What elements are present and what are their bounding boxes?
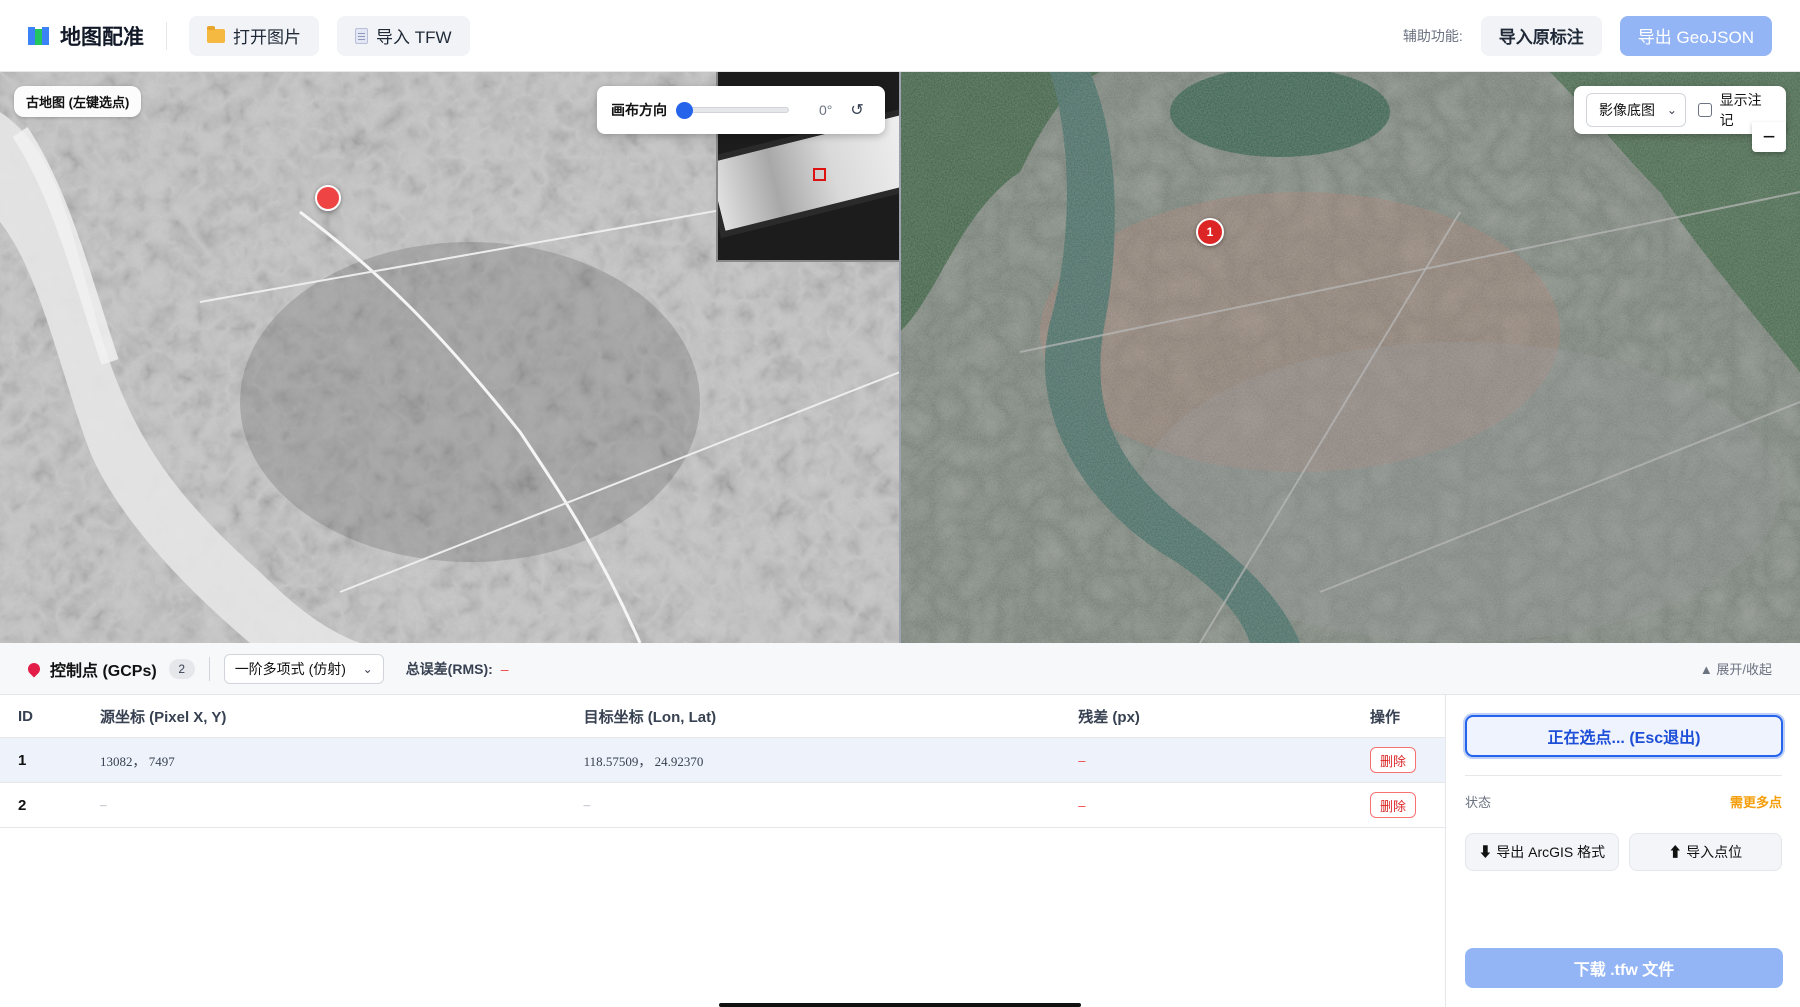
delete-button[interactable]: 删除: [1370, 792, 1417, 818]
table-row[interactable]: 2 – – – 删除: [0, 783, 1445, 828]
reset-rotation-icon[interactable]: ↺: [850, 100, 863, 120]
pin-icon: [25, 660, 43, 677]
chevron-down-icon: ⌄: [362, 661, 373, 676]
basemap-selected-value: 影像底图: [1599, 102, 1655, 118]
status-label: 状态: [1465, 795, 1492, 810]
gcp-title: 控制点 (GCPs): [50, 662, 157, 680]
col-source-coords: 源坐标 (Pixel X, Y): [99, 708, 227, 726]
row-target-coords: 118.57509， 24.92370: [583, 753, 704, 769]
gcp-count-badge: 2: [168, 658, 195, 679]
import-original-annotation-button[interactable]: 导入原标注: [1480, 15, 1602, 56]
row-source-coords: 13082， 7497: [99, 753, 175, 769]
side-divider: [1465, 775, 1782, 776]
open-image-label: 打开图片: [233, 28, 301, 47]
basemap-select[interactable]: 影像底图 ⌄: [1586, 93, 1686, 127]
export-arcgis-button[interactable]: ⬇ 导出 ArcGIS 格式: [1465, 833, 1619, 871]
row-residual: –: [1078, 797, 1086, 813]
home-indicator: [719, 1003, 1081, 1007]
status-row: 状态 需更多点: [1465, 792, 1782, 811]
row-id: 1: [18, 751, 27, 769]
row-id: 2: [18, 796, 27, 814]
historic-map-title: 古地图 (左键选点): [14, 86, 142, 117]
export-geojson-button[interactable]: 导出 GeoJSON: [1619, 15, 1772, 56]
gcp-marker-target[interactable]: 1: [1196, 218, 1224, 246]
transform-method-select[interactable]: 一阶多项式 (仿射) ⌄: [223, 653, 384, 684]
row-residual: –: [1078, 752, 1086, 768]
toolbar-divider: [166, 21, 167, 50]
rms-value: –: [500, 660, 509, 677]
status-value: 需更多点: [1729, 795, 1782, 810]
row-source-coords: –: [99, 797, 107, 812]
import-points-button[interactable]: ⬆ 导入点位: [1628, 833, 1782, 871]
transform-method-value: 一阶多项式 (仿射): [234, 660, 346, 677]
folder-icon: [207, 25, 225, 43]
import-tfw-button[interactable]: 导入 TFW: [337, 15, 470, 56]
document-icon: [355, 27, 368, 44]
app-logo: 地图配准: [28, 21, 144, 51]
rotation-label: 画布方向: [611, 102, 667, 118]
show-labels-checkbox[interactable]: [1697, 103, 1712, 117]
map-split-divider[interactable]: [899, 72, 901, 643]
rotation-slider[interactable]: [676, 102, 789, 119]
zoom-out-button[interactable]: −: [1752, 122, 1786, 152]
expand-collapse-toggle[interactable]: ▲ 展开/收起: [1700, 659, 1772, 678]
satellite-map-image: [900, 72, 1800, 643]
table-row[interactable]: 1 13082， 7497 118.57509， 24.92370 – 删除: [0, 738, 1445, 783]
map-icon: [28, 26, 50, 45]
col-residual: 残差 (px): [1078, 708, 1140, 726]
row-actions: 删除: [1370, 747, 1445, 773]
historic-map-canvas[interactable]: 古地图 (左键选点) 画布方向 0° ↺: [0, 72, 900, 643]
rotation-value: 0°: [819, 102, 833, 118]
col-target-coords: 目标坐标 (Lon, Lat): [583, 708, 717, 726]
col-actions: 操作: [1370, 708, 1401, 726]
gcp-header-bar: 控制点 (GCPs) 2 一阶多项式 (仿射) ⌄ 总误差(RMS): – ▲ …: [0, 643, 1800, 695]
satellite-map-canvas[interactable]: [900, 72, 1800, 643]
gcp-bar-divider: [208, 656, 210, 681]
app-title: 地图配准: [60, 25, 144, 49]
aux-functions-label: 辅助功能:: [1402, 27, 1463, 44]
side-button-row: ⬇ 导出 ArcGIS 格式 ⬆ 导入点位: [1465, 833, 1782, 871]
rotation-slider-thumb[interactable]: [676, 102, 693, 119]
delete-button[interactable]: 删除: [1370, 747, 1417, 773]
table-header: ID 源坐标 (Pixel X, Y) 目标坐标 (Lon, Lat) 残差 (…: [0, 695, 1445, 738]
gcp-table: ID 源坐标 (Pixel X, Y) 目标坐标 (Lon, Lat) 残差 (…: [0, 695, 1446, 1007]
row-actions: 删除: [1370, 792, 1445, 818]
gcp-side-panel: 正在选点... (Esc退出) 状态 需更多点 ⬇ 导出 ArcGIS 格式 ⬆…: [1447, 695, 1800, 1007]
gcp-marker-source[interactable]: [315, 185, 341, 211]
row-target-coords: –: [583, 797, 591, 812]
chevron-down-icon: ⌄: [1666, 103, 1677, 117]
top-toolbar: 地图配准 打开图片 导入 TFW 辅助功能: 导入原标注 导出 GeoJSON: [0, 0, 1800, 72]
import-tfw-label: 导入 TFW: [376, 28, 452, 47]
overview-viewport-box[interactable]: [813, 168, 826, 181]
download-tfw-button[interactable]: 下载 .tfw 文件: [1465, 948, 1783, 988]
open-image-button[interactable]: 打开图片: [189, 15, 319, 56]
picking-mode-button[interactable]: 正在选点... (Esc退出): [1465, 715, 1783, 757]
col-id: ID: [18, 707, 33, 725]
canvas-rotation-panel: 画布方向 0° ↺: [597, 86, 885, 134]
rms-label: 总误差(RMS):: [405, 660, 493, 677]
